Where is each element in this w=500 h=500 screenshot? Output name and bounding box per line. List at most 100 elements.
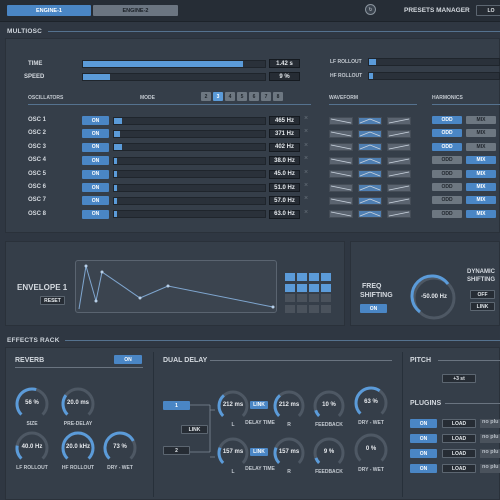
- pitch-value[interactable]: +3 st: [442, 374, 476, 383]
- envelope-point[interactable]: [271, 305, 275, 309]
- envelope-graph[interactable]: [75, 260, 277, 313]
- envelope-slot[interactable]: [321, 294, 331, 302]
- waveform-option[interactable]: [358, 116, 382, 125]
- osc-level-slider[interactable]: [113, 183, 266, 192]
- osc-level-slider[interactable]: [113, 116, 266, 125]
- time-slider[interactable]: [82, 60, 266, 68]
- osc-toggle[interactable]: ON: [82, 196, 109, 206]
- speed-value[interactable]: 9 %: [269, 72, 300, 81]
- envelope-slot[interactable]: [297, 304, 307, 313]
- osc-frequency[interactable]: 465 Hz: [269, 116, 300, 125]
- waveform-option[interactable]: [329, 196, 353, 205]
- waveform-option[interactable]: [358, 129, 382, 138]
- osc-frequency[interactable]: 51.0 Hz: [269, 183, 300, 192]
- harmonic-odd-button[interactable]: ODD: [432, 116, 462, 124]
- waveform-option[interactable]: [329, 129, 353, 138]
- speed-slider[interactable]: [82, 73, 266, 81]
- delay-channel-2-button[interactable]: 2: [163, 446, 190, 455]
- osc-toggle[interactable]: ON: [82, 169, 109, 179]
- envelope-slot[interactable]: [285, 304, 295, 313]
- plugin-load-button[interactable]: LOAD: [442, 419, 476, 428]
- waveform-option[interactable]: [329, 143, 353, 152]
- waveform-option[interactable]: [329, 156, 353, 165]
- osc-toggle[interactable]: ON: [82, 183, 109, 192]
- dynamic-off-button[interactable]: OFF: [470, 290, 495, 299]
- presets-load-button[interactable]: LO: [476, 5, 500, 16]
- harmonic-mix-button[interactable]: MIX: [466, 196, 496, 205]
- plugin-toggle[interactable]: ON: [410, 434, 437, 443]
- osc-frequency[interactable]: 63.0 Hz: [269, 209, 300, 219]
- osc-frequency[interactable]: 38.0 Hz: [269, 156, 300, 166]
- envelope-slot[interactable]: [285, 273, 295, 281]
- envelope-point[interactable]: [166, 284, 170, 288]
- osc-level-slider[interactable]: [113, 129, 266, 138]
- waveform-option[interactable]: [387, 116, 411, 125]
- envelope-slot[interactable]: [321, 273, 331, 281]
- delay-channel-1-button[interactable]: 1: [163, 401, 190, 410]
- waveform-option[interactable]: [358, 196, 382, 205]
- osc-toggle[interactable]: ON: [82, 209, 109, 219]
- harmonic-mix-button[interactable]: MIX: [466, 116, 496, 124]
- waveform-option[interactable]: [329, 183, 353, 192]
- waveform-option[interactable]: [358, 183, 382, 192]
- osc-toggle[interactable]: ON: [82, 142, 109, 152]
- mode-button-7[interactable]: 7: [261, 92, 271, 101]
- plugin-toggle[interactable]: ON: [410, 449, 437, 458]
- osc-level-slider[interactable]: [113, 210, 266, 219]
- waveform-option[interactable]: [358, 143, 382, 152]
- osc-frequency[interactable]: 45.0 Hz: [269, 169, 300, 179]
- waveform-option[interactable]: [387, 129, 411, 138]
- harmonic-mix-button[interactable]: MIX: [466, 183, 496, 191]
- plugin-load-button[interactable]: LOAD: [442, 464, 476, 473]
- close-icon[interactable]: ×: [304, 209, 308, 216]
- freq-shifting-toggle[interactable]: ON: [360, 304, 387, 313]
- envelope-slot[interactable]: [321, 304, 331, 313]
- osc-frequency[interactable]: 402 Hz: [269, 142, 300, 152]
- dynamic-link-button[interactable]: LINK: [470, 302, 495, 311]
- osc-toggle[interactable]: ON: [82, 116, 109, 125]
- osc-toggle[interactable]: ON: [82, 129, 109, 139]
- close-icon[interactable]: ×: [304, 115, 308, 122]
- osc-frequency[interactable]: 57.0 Hz: [269, 196, 300, 206]
- mode-button-6[interactable]: 6: [249, 92, 259, 101]
- hf-rollout-slider[interactable]: [368, 72, 500, 80]
- harmonic-odd-button[interactable]: ODD: [432, 156, 462, 165]
- osc-toggle[interactable]: ON: [82, 156, 109, 166]
- envelope-slot[interactable]: [309, 294, 319, 302]
- mode-button-8[interactable]: 8: [273, 92, 283, 101]
- osc-level-slider[interactable]: [113, 196, 266, 205]
- mode-button-5[interactable]: 5: [237, 92, 247, 101]
- plugin-toggle[interactable]: ON: [410, 464, 437, 473]
- close-icon[interactable]: ×: [304, 155, 308, 162]
- lf-rollout-slider[interactable]: [368, 58, 500, 66]
- envelope-slot[interactable]: [321, 283, 331, 292]
- osc-frequency[interactable]: 371 Hz: [269, 129, 300, 139]
- waveform-option[interactable]: [387, 143, 411, 152]
- harmonic-mix-button[interactable]: MIX: [466, 142, 496, 151]
- harmonic-odd-button[interactable]: ODD: [432, 209, 462, 218]
- presets-icon[interactable]: ↻: [365, 4, 376, 15]
- waveform-option[interactable]: [329, 210, 353, 219]
- harmonic-odd-button[interactable]: ODD: [432, 169, 462, 178]
- osc-level-slider[interactable]: [113, 143, 266, 152]
- mode-button-2[interactable]: 2: [201, 92, 211, 101]
- delay-2-time-link[interactable]: LINK: [250, 448, 268, 456]
- waveform-option[interactable]: [387, 196, 411, 205]
- envelope-slot[interactable]: [309, 273, 319, 281]
- plugin-toggle[interactable]: ON: [410, 419, 437, 428]
- mode-button-4[interactable]: 4: [225, 92, 235, 101]
- waveform-option[interactable]: [329, 170, 353, 179]
- close-icon[interactable]: ×: [304, 128, 308, 135]
- waveform-option[interactable]: [387, 170, 411, 179]
- harmonic-mix-button[interactable]: MIX: [466, 169, 496, 178]
- envelope-slot[interactable]: [285, 283, 295, 292]
- plugin-load-button[interactable]: LOAD: [442, 434, 476, 443]
- envelope-reset-button[interactable]: RESET: [40, 296, 65, 305]
- envelope-point[interactable]: [84, 264, 88, 268]
- envelope-point[interactable]: [138, 296, 142, 300]
- envelope-point[interactable]: [94, 299, 98, 303]
- reverb-toggle[interactable]: ON: [114, 355, 142, 364]
- envelope-slot[interactable]: [297, 273, 307, 281]
- waveform-option[interactable]: [387, 156, 411, 165]
- time-value[interactable]: 1.42 s: [269, 59, 300, 68]
